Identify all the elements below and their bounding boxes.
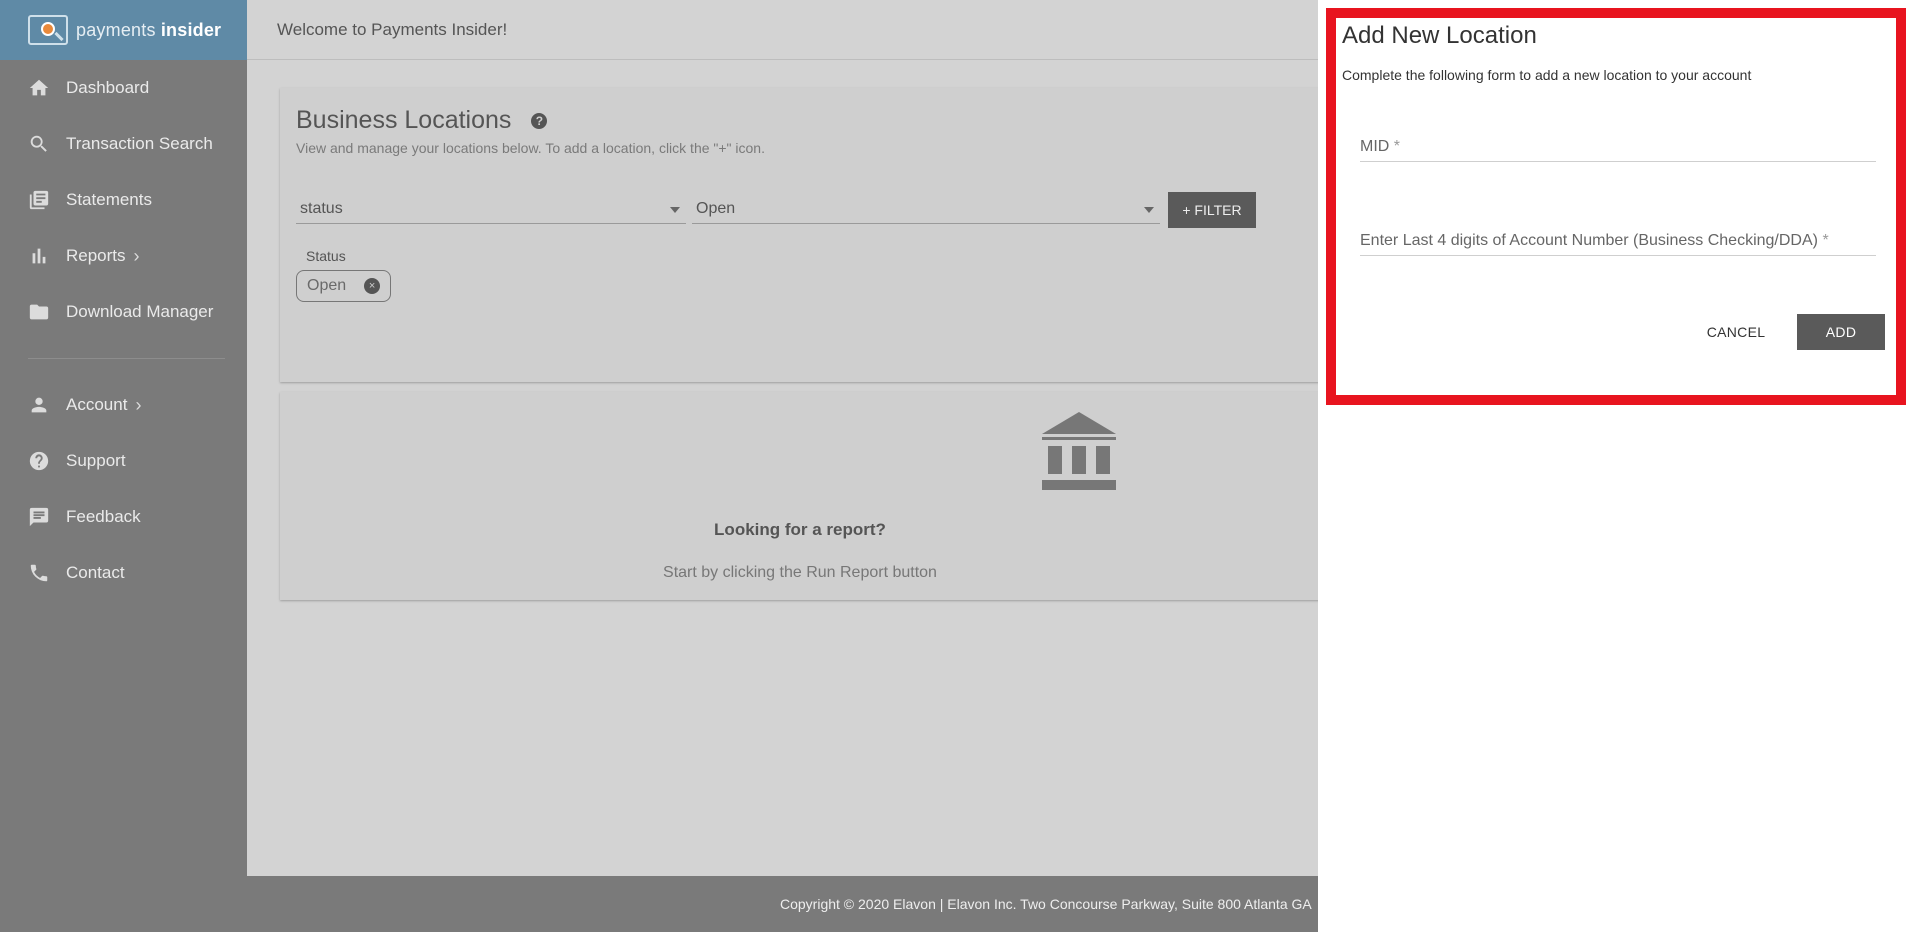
- page-title-text: Business Locations: [296, 106, 512, 134]
- copyright-text: Copyright © 2020 Elavon | Elavon Inc. Tw…: [780, 896, 1312, 912]
- empty-state-subtitle: Start by clicking the Run Report button: [663, 564, 937, 581]
- sidebar-item-label: Reports: [66, 246, 126, 265]
- logo-text: payments insider: [76, 19, 222, 40]
- dropdown-arrow-icon: [670, 207, 680, 213]
- feedback-icon: [29, 507, 49, 527]
- panel-title: Add New Location: [1342, 22, 1537, 49]
- status-filter-chip: Open ×: [296, 270, 392, 302]
- app-logo[interactable]: payments insider: [0, 0, 247, 60]
- sidebar-item-dashboard[interactable]: Dashboard: [0, 60, 247, 116]
- account-digits-input[interactable]: [1360, 228, 1876, 255]
- home-icon: [29, 79, 49, 96]
- sidebar: payments insider Dashboard Transaction S…: [0, 0, 247, 932]
- sidebar-item-label: Account: [66, 395, 128, 414]
- sidebar-item-label: Download Manager: [66, 302, 214, 321]
- sidebar-item-contact[interactable]: Contact: [0, 545, 247, 601]
- sidebar-item-feedback[interactable]: Feedback: [0, 489, 247, 545]
- sidebar-item-label: Feedback: [66, 507, 141, 526]
- filter-value-select[interactable]: Open: [692, 196, 1160, 224]
- business-locations-card: Business Locations ? View and manage you…: [280, 88, 1320, 382]
- filter-value-value: Open: [696, 200, 736, 217]
- filter-field-value: status: [300, 200, 343, 217]
- chip-label: Status: [306, 248, 346, 264]
- bar-chart-icon: [32, 248, 46, 264]
- sidebar-item-support[interactable]: Support: [0, 433, 247, 489]
- chip-value: Open: [307, 277, 347, 294]
- panel-subtitle: Complete the following form to add a new…: [1342, 67, 1752, 83]
- filter-field-select[interactable]: status: [296, 196, 686, 224]
- help-icon[interactable]: ?: [531, 112, 548, 129]
- cancel-button[interactable]: CANCEL: [1700, 314, 1772, 350]
- sidebar-item-reports[interactable]: Reports ›: [0, 228, 247, 284]
- logo-icon: [28, 15, 68, 45]
- empty-state-title: Looking for a report?: [714, 520, 886, 539]
- search-icon: [30, 135, 47, 152]
- folder-icon: [29, 304, 49, 320]
- sidebar-item-statements[interactable]: Statements: [0, 172, 247, 228]
- page-subtitle: View and manage your locations below. To…: [296, 140, 765, 156]
- sidebar-item-account[interactable]: Account ›: [0, 377, 247, 433]
- sidebar-item-download-manager[interactable]: Download Manager: [0, 284, 247, 340]
- help-circle-icon: [29, 451, 49, 471]
- bank-icon: [1042, 412, 1116, 492]
- sidebar-item-label: Support: [66, 451, 126, 470]
- sidebar-item-label: Dashboard: [66, 78, 150, 97]
- add-button[interactable]: ADD: [1797, 314, 1885, 350]
- empty-state-card: Looking for a report? Start by clicking …: [280, 392, 1320, 600]
- phone-icon: [30, 564, 48, 582]
- person-icon: [31, 397, 47, 413]
- add-filter-button[interactable]: + FILTER: [1168, 192, 1256, 228]
- remove-chip-icon[interactable]: ×: [364, 278, 381, 294]
- dropdown-arrow-icon: [1144, 207, 1154, 213]
- mid-input[interactable]: [1360, 134, 1876, 161]
- sidebar-item-transaction-search[interactable]: Transaction Search: [0, 116, 247, 172]
- sidebar-item-label: Transaction Search: [66, 134, 213, 153]
- sidebar-divider: [28, 358, 225, 359]
- account-digits-field[interactable]: Enter Last 4 digits of Account Number (B…: [1360, 228, 1876, 256]
- chevron-right-icon: ›: [133, 245, 140, 266]
- sidebar-item-label: Contact: [66, 563, 125, 582]
- chevron-right-icon: ›: [135, 394, 142, 415]
- mid-field[interactable]: MID *: [1360, 134, 1876, 162]
- sidebar-item-label: Statements: [66, 190, 152, 209]
- page-title: Business Locations ?: [296, 106, 548, 135]
- statements-icon: [29, 190, 49, 210]
- welcome-text: Welcome to Payments Insider!: [277, 19, 508, 39]
